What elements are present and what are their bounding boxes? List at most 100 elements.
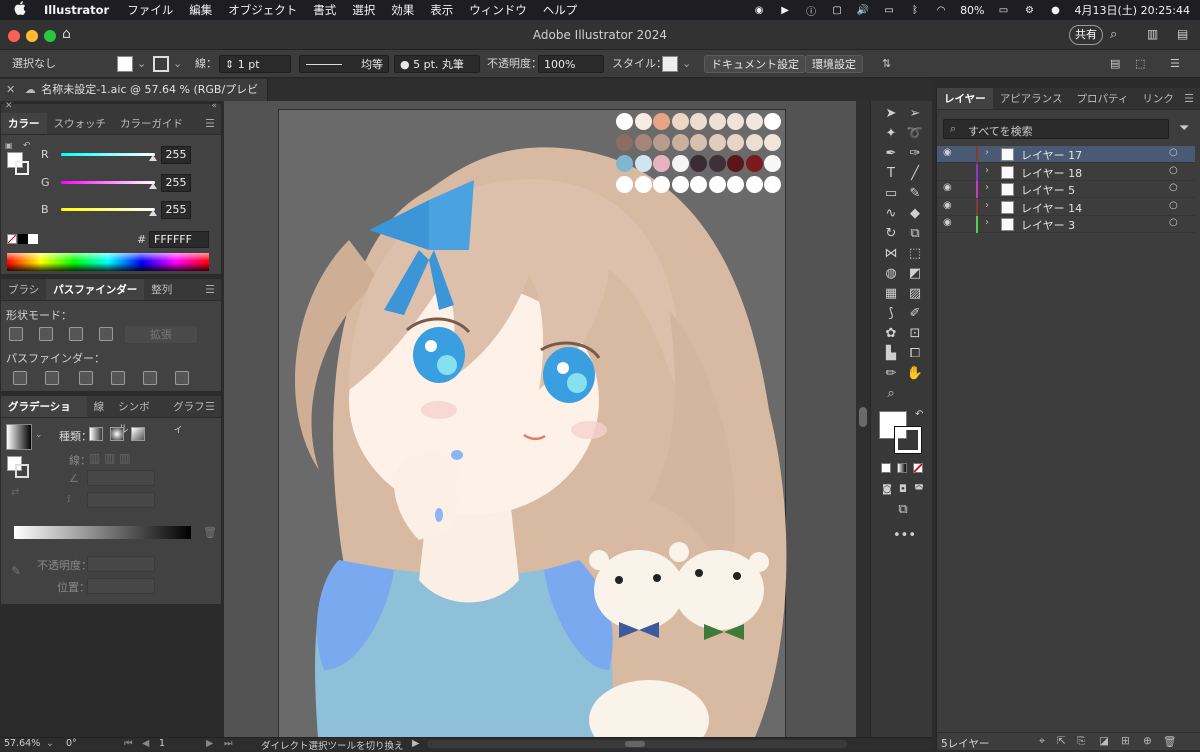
merge-button[interactable]	[79, 371, 93, 385]
palette-swatch[interactable]	[690, 155, 707, 172]
visibility-eye-icon[interactable]: ◉	[943, 147, 952, 158]
export-icon[interactable]: ⇱	[1057, 735, 1066, 747]
zoom-dropdown-icon[interactable]: ⌄	[46, 738, 54, 749]
tab-stroke[interactable]: 線	[87, 396, 112, 417]
rotation-value[interactable]: 0°	[66, 738, 77, 749]
graphic-style-swatch[interactable]	[662, 56, 678, 72]
palette-swatch[interactable]	[616, 134, 633, 151]
palette-swatch[interactable]	[671, 113, 689, 130]
gradient-preview[interactable]	[6, 424, 32, 450]
transform-icon[interactable]: ⬚	[1135, 55, 1145, 73]
canvas-vertical-scrollbar[interactable]	[856, 101, 870, 737]
target-circle-icon[interactable]: ○	[1169, 165, 1178, 176]
illustration-artwork[interactable]	[279, 110, 787, 737]
minus-back-button[interactable]	[175, 371, 189, 385]
layer-row[interactable]: ◉ › レイヤー 14 ○	[937, 198, 1195, 216]
locate-object-icon[interactable]: ⌖	[1039, 735, 1045, 748]
delete-stop-icon[interactable]: 🗑	[203, 526, 217, 539]
collect-export-icon[interactable]: ⎘	[1077, 735, 1085, 748]
palette-swatch[interactable]	[653, 155, 670, 172]
creative-cloud-icon[interactable]: ◉	[752, 4, 766, 16]
expand-layer-icon[interactable]: ›	[985, 182, 989, 193]
tab-pathfinder[interactable]: パスファインダー	[46, 279, 145, 300]
direct-selection-tool-icon[interactable]: ➢	[905, 105, 925, 123]
opacity-input[interactable]: 100%	[538, 55, 604, 73]
fill-swatch[interactable]	[117, 56, 133, 72]
layer-name[interactable]: レイヤー 3	[1021, 217, 1075, 233]
first-artboard-icon[interactable]: ⏮	[124, 738, 133, 749]
green-value[interactable]: 255	[161, 174, 191, 192]
stroke-color-box[interactable]	[15, 161, 29, 175]
blue-value[interactable]: 255	[161, 201, 191, 219]
palette-swatch[interactable]	[653, 113, 670, 130]
stroke-profile-select[interactable]: 均等	[299, 55, 389, 73]
expand-layer-icon[interactable]: ›	[985, 165, 989, 176]
palette-swatch[interactable]	[653, 176, 670, 193]
hand-tool-icon[interactable]: ✋	[905, 365, 925, 383]
unite-button[interactable]	[9, 327, 23, 341]
angle-input[interactable]	[87, 470, 155, 486]
tab-properties[interactable]: プロパティ	[1069, 88, 1135, 109]
palette-swatch[interactable]	[708, 113, 726, 130]
zoom-tool-icon[interactable]: ⌕	[881, 385, 901, 403]
type-tool-icon[interactable]: T	[881, 165, 901, 183]
expand-layer-icon[interactable]: ›	[985, 217, 989, 228]
palette-swatch[interactable]	[708, 155, 726, 172]
info-icon[interactable]: ⓘ	[804, 4, 818, 18]
symbol-sprayer-tool-icon[interactable]: ✿	[881, 325, 901, 343]
lasso-tool-icon[interactable]: ➰	[905, 125, 925, 143]
tab-symbols[interactable]: シンボル	[111, 396, 166, 435]
layer-name[interactable]: レイヤー 18	[1021, 165, 1082, 181]
red-handle[interactable]	[149, 155, 157, 161]
default-colors-icon[interactable]: ▣	[5, 141, 13, 150]
slice-tool-icon[interactable]: ⧠	[905, 345, 925, 363]
panel-menu-icon[interactable]: ☰	[205, 400, 215, 413]
align-icon[interactable]: ▤	[1110, 55, 1120, 73]
layer-row[interactable]: › レイヤー 18 ○	[937, 163, 1195, 181]
swap-fill-stroke-icon[interactable]: ↶	[915, 409, 923, 420]
control-center-icon[interactable]: ⚙	[1023, 4, 1037, 16]
expand-layer-icon[interactable]: ›	[985, 200, 989, 211]
black-swatch[interactable]	[18, 234, 28, 244]
palette-swatch[interactable]	[727, 176, 744, 193]
live-paint-tool-icon[interactable]: ◩	[905, 265, 925, 283]
menu-effect[interactable]: 効果	[383, 2, 422, 18]
workspace-icon[interactable]: ▥	[1147, 27, 1158, 41]
linear-gradient-button[interactable]	[89, 427, 103, 441]
display-icon[interactable]: ▭	[882, 4, 896, 16]
eyedropper-tool-icon[interactable]: ✐	[905, 305, 925, 323]
palette-swatch[interactable]	[671, 155, 689, 172]
panel-menu-icon[interactable]: ☰	[1184, 92, 1194, 105]
stroke-weight-input[interactable]: ⇕ 1 pt	[219, 55, 291, 73]
line-tool-icon[interactable]: ╱	[905, 165, 925, 183]
target-circle-icon[interactable]: ○	[1169, 147, 1178, 158]
exclude-button[interactable]	[99, 327, 113, 341]
tab-layers[interactable]: レイヤー	[937, 88, 993, 109]
palette-swatch[interactable]	[764, 176, 781, 193]
more-tools-icon[interactable]: •••	[893, 527, 916, 545]
palette-swatch[interactable]	[764, 113, 781, 130]
swap-colors-icon[interactable]: ↶	[23, 141, 31, 151]
tab-align[interactable]: 整列	[144, 279, 179, 300]
artboard[interactable]	[278, 109, 787, 737]
gradient-stroke-box[interactable]	[15, 464, 29, 478]
rotate-tool-icon[interactable]: ↻	[881, 225, 901, 243]
document-tab[interactable]: ✕ ☁ 名称未設定-1.aic @ 57.64 % (RGB/プレビュー)	[0, 79, 268, 118]
arrange-icon[interactable]: ▤	[1177, 27, 1188, 41]
blue-handle[interactable]	[149, 210, 157, 216]
menu-select[interactable]: 選択	[344, 2, 383, 18]
tab-brushes[interactable]: ブラシ	[1, 279, 46, 300]
scroll-thumb[interactable]	[859, 407, 867, 427]
last-artboard-icon[interactable]: ⏭	[224, 738, 233, 749]
palette-swatch[interactable]	[745, 134, 763, 151]
bluetooth-icon[interactable]: ᛒ	[908, 4, 922, 16]
gradient-opacity-input[interactable]	[87, 556, 155, 572]
apple-menu-icon[interactable]	[0, 1, 40, 19]
menu-clock[interactable]: 4月13日(土) 20:25:44	[1075, 2, 1190, 18]
filter-icon[interactable]: ⏷	[1179, 121, 1189, 136]
eraser-tool-icon[interactable]: ◆	[905, 205, 925, 223]
document-setup-button[interactable]: ドキュメント設定	[704, 55, 806, 73]
tab-swatches[interactable]: スウォッチ	[47, 113, 114, 134]
tab-color-guide[interactable]: カラーガイド	[113, 113, 190, 134]
palette-swatch[interactable]	[634, 155, 652, 172]
